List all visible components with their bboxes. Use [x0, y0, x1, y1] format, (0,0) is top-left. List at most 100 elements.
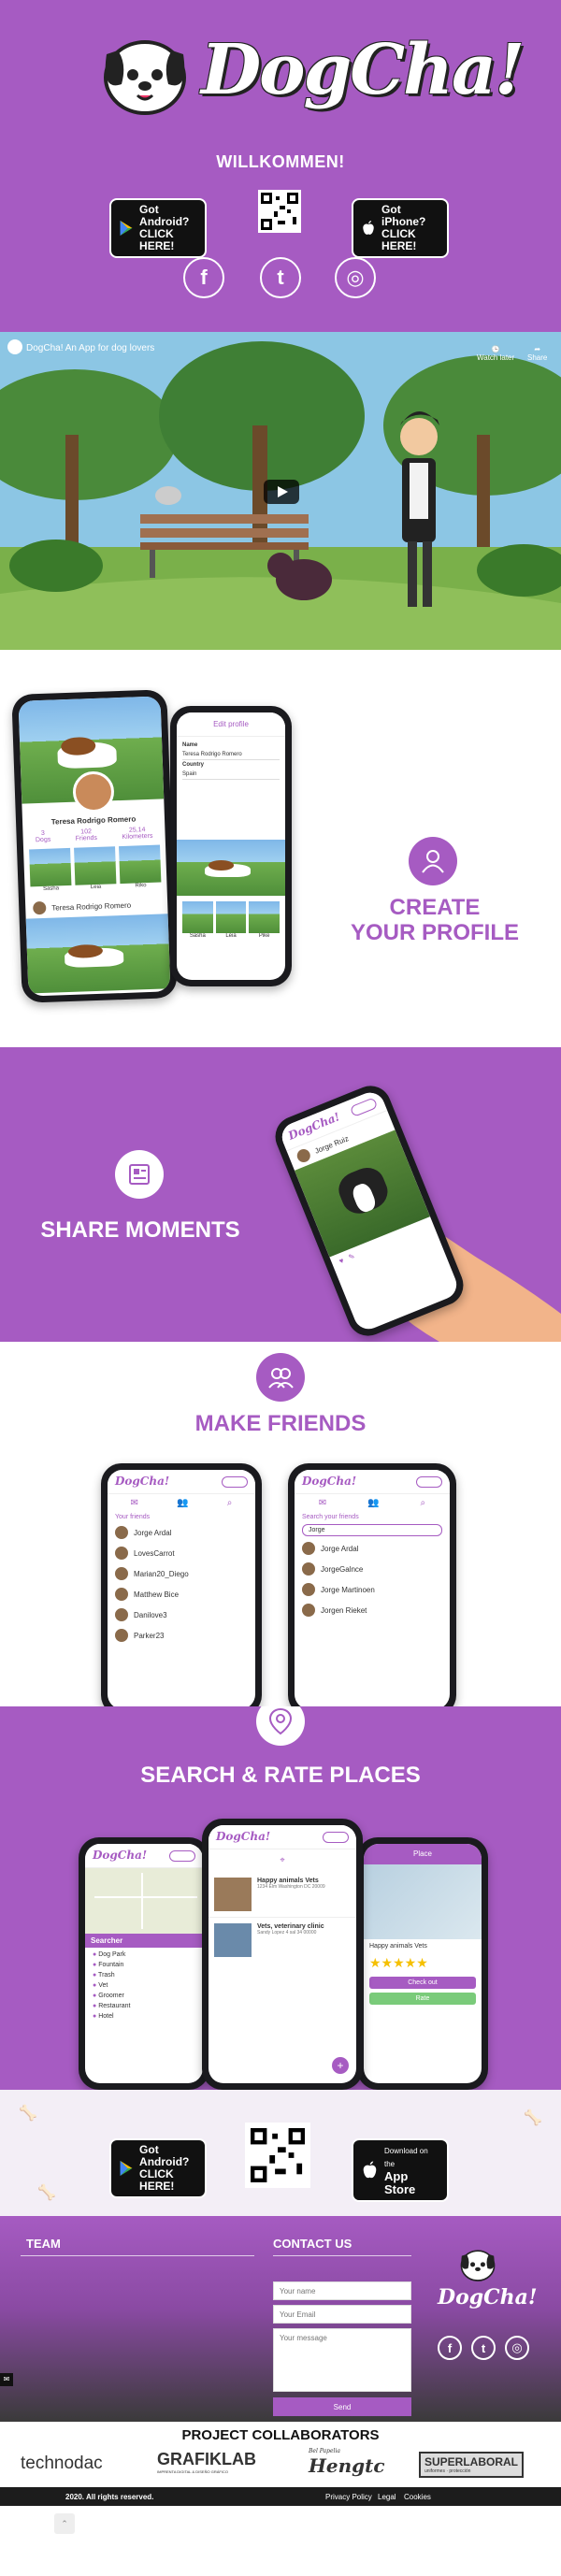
friend-row[interactable]: Danilove3 — [108, 1605, 255, 1625]
instagram-link[interactable]: ◎ — [335, 257, 376, 298]
stat-dogs[interactable]: 3 Dogs — [36, 830, 51, 843]
name-input[interactable] — [273, 2281, 411, 2300]
share-button[interactable]: ➦ Share — [527, 345, 547, 362]
friends-tab-icon[interactable]: 👥 — [177, 1498, 188, 1508]
search-pill[interactable] — [416, 1476, 442, 1488]
search-result-row[interactable]: Jorge Ardal — [295, 1538, 450, 1559]
friends-tabs: ✉ 👥 ⌕ — [108, 1494, 255, 1512]
search-result-row[interactable]: JorgeGalnce — [295, 1559, 450, 1579]
grafiklab-logo[interactable]: GRAFIKLAB IMPRENTA DIGITAL & DISEÑO GRÁF… — [157, 2450, 256, 2474]
filter-item[interactable]: ● Groomer — [93, 1991, 195, 2001]
place-card[interactable]: Vets, veterinary clinic Sandy Lopez 4 sal… — [209, 1918, 356, 1963]
friends-screen: DogCha! ✉ 👥 ⌕ Your friends Jorge Ardal Lov… — [108, 1470, 255, 1706]
search-pill[interactable] — [222, 1476, 248, 1488]
filter-item[interactable]: ● Hotel — [93, 2011, 195, 2022]
pet-thumb[interactable]: Leia — [74, 846, 117, 891]
post-photo[interactable] — [25, 914, 171, 994]
message-textarea[interactable] — [273, 2328, 411, 2392]
footer-instagram-link[interactable]: ◎ — [505, 2336, 529, 2360]
pet-thumb[interactable]: Sasha — [29, 847, 72, 893]
add-place-button[interactable]: + — [332, 2057, 349, 2074]
legal-link[interactable]: Legal — [378, 2493, 396, 2501]
friends-tab-icon[interactable]: 👥 — [367, 1498, 379, 1508]
profile-avatar[interactable] — [72, 770, 115, 813]
friend-row[interactable]: LovesCarrot — [108, 1543, 255, 1563]
hengtc-logo[interactable]: Bel Papelia Hengtc — [309, 2448, 385, 2477]
welcome-heading: WILLKOMMEN! — [216, 152, 345, 171]
grafiklab-tagline: IMPRENTA DIGITAL & DISEÑO GRÁFICO — [157, 2469, 228, 2474]
pet-thumb[interactable]: Riko — [119, 844, 162, 890]
app-logo: DogCha! — [216, 1830, 271, 1843]
search-pill[interactable] — [169, 1850, 195, 1862]
mail-icon[interactable]: ✉ — [319, 1498, 326, 1508]
comment-icon[interactable]: ✎ — [347, 1252, 356, 1262]
result-name: Jorge Ardal — [321, 1544, 359, 1553]
friend-name: LovesCarrot — [134, 1548, 175, 1558]
pet-thumb[interactable]: Pike — [249, 901, 280, 939]
filter-item[interactable]: ● Fountain — [93, 1960, 195, 1970]
privacy-link[interactable]: Privacy Policy — [325, 2493, 372, 2501]
footer-facebook-link[interactable]: f — [438, 2336, 462, 2360]
mail-float-icon[interactable]: ✉ — [0, 2373, 13, 2386]
location-pin-icon[interactable]: ⌖ — [209, 1849, 356, 1872]
search-pill[interactable] — [349, 1097, 379, 1117]
technodac-logo[interactable]: technodac — [21, 2454, 103, 2474]
filter-item[interactable]: ● Trash — [93, 1970, 195, 1980]
scroll-to-top-button[interactable]: ⌃ — [54, 2513, 75, 2534]
rate-button[interactable]: Rate — [369, 1993, 476, 2005]
search-friends-title: Search your friends — [302, 1514, 359, 1520]
friend-search-input[interactable]: Jorge — [302, 1524, 442, 1536]
search-result-row[interactable]: Jorge Martinoen — [295, 1579, 450, 1600]
pet-name: Pike — [258, 933, 270, 939]
send-button[interactable]: Send — [273, 2397, 411, 2416]
search-icon[interactable]: ⌕ — [227, 1498, 233, 1508]
cookies-link[interactable]: Cookies — [404, 2493, 431, 2501]
country-field[interactable]: Spain — [182, 770, 280, 780]
place-card[interactable]: Happy animals Vets 1234 Elm Washington DC… — [209, 1872, 356, 1917]
search-result-row[interactable]: Jorgen Rieket — [295, 1600, 450, 1620]
filter-item[interactable]: ● Vet — [93, 1980, 195, 1991]
friend-row[interactable]: Marian20_Diego — [108, 1563, 255, 1584]
watch-later-button[interactable]: 🕒 Watch later — [477, 345, 514, 362]
mail-icon[interactable]: ✉ — [131, 1498, 138, 1508]
email-input[interactable] — [273, 2305, 411, 2324]
search-icon[interactable]: ⌕ — [420, 1498, 425, 1508]
video-title[interactable]: DogCha! An App for dog lovers — [26, 343, 154, 353]
play-button[interactable] — [264, 480, 299, 504]
stat-km[interactable]: 25,14 Kilometers — [122, 827, 152, 841]
superlaboral-logo[interactable]: SUPERLABORAL uniformes · protección — [419, 2452, 525, 2478]
logo-wordmark: DogCha! — [201, 30, 525, 110]
heart-icon[interactable]: ♥ — [338, 1256, 345, 1265]
android-download-button-footer[interactable]: Got Android? CLICK HERE! — [109, 2138, 207, 2198]
friend-row[interactable]: Jorge Ardal — [108, 1522, 255, 1543]
friend-row[interactable]: Parker23 — [108, 1625, 255, 1646]
filter-item[interactable]: ● Restaurant — [93, 2001, 195, 2011]
android-download-button[interactable]: Got Android? CLICK HERE! — [109, 198, 207, 258]
team-heading[interactable]: TEAM — [26, 2237, 61, 2251]
post-icon — [129, 1164, 150, 1185]
video-embed[interactable]: DogCha! An App for dog lovers 🕒 Watch lat… — [0, 332, 561, 650]
search-pill[interactable] — [323, 1832, 349, 1843]
check-out-button[interactable]: Check out — [369, 1977, 476, 1989]
pet-photo — [182, 901, 213, 933]
twitter-link[interactable]: t — [260, 257, 301, 298]
pet-thumb[interactable]: Leia — [215, 901, 247, 939]
place-photo[interactable] — [364, 1864, 482, 1939]
filter-item[interactable]: ● Dog Park — [93, 1950, 195, 1960]
iphone-download-button[interactable]: Got iPhone? CLICK HERE! — [352, 198, 449, 258]
facebook-link[interactable]: f — [183, 257, 224, 298]
pet-thumb[interactable]: Sasha — [182, 901, 213, 939]
footer-twitter-link[interactable]: t — [471, 2336, 496, 2360]
rating-stars[interactable]: ★★★★★ — [364, 1953, 482, 1973]
stat-friends[interactable]: 102 Friends — [75, 828, 98, 842]
appstore-download-button[interactable]: Download on the App Store — [352, 2138, 449, 2202]
map-view[interactable] — [85, 1868, 203, 1934]
dogchat-logo[interactable]: DogCha! — [94, 26, 525, 129]
friends-feature-icon — [256, 1353, 305, 1402]
name-field[interactable]: Teresa Rodrigo Romero — [182, 750, 280, 760]
app-logo: DogCha! — [93, 1849, 148, 1862]
edit-photo[interactable] — [177, 840, 285, 896]
channel-avatar[interactable] — [7, 339, 22, 354]
friend-row[interactable]: Matthew Bice — [108, 1584, 255, 1605]
